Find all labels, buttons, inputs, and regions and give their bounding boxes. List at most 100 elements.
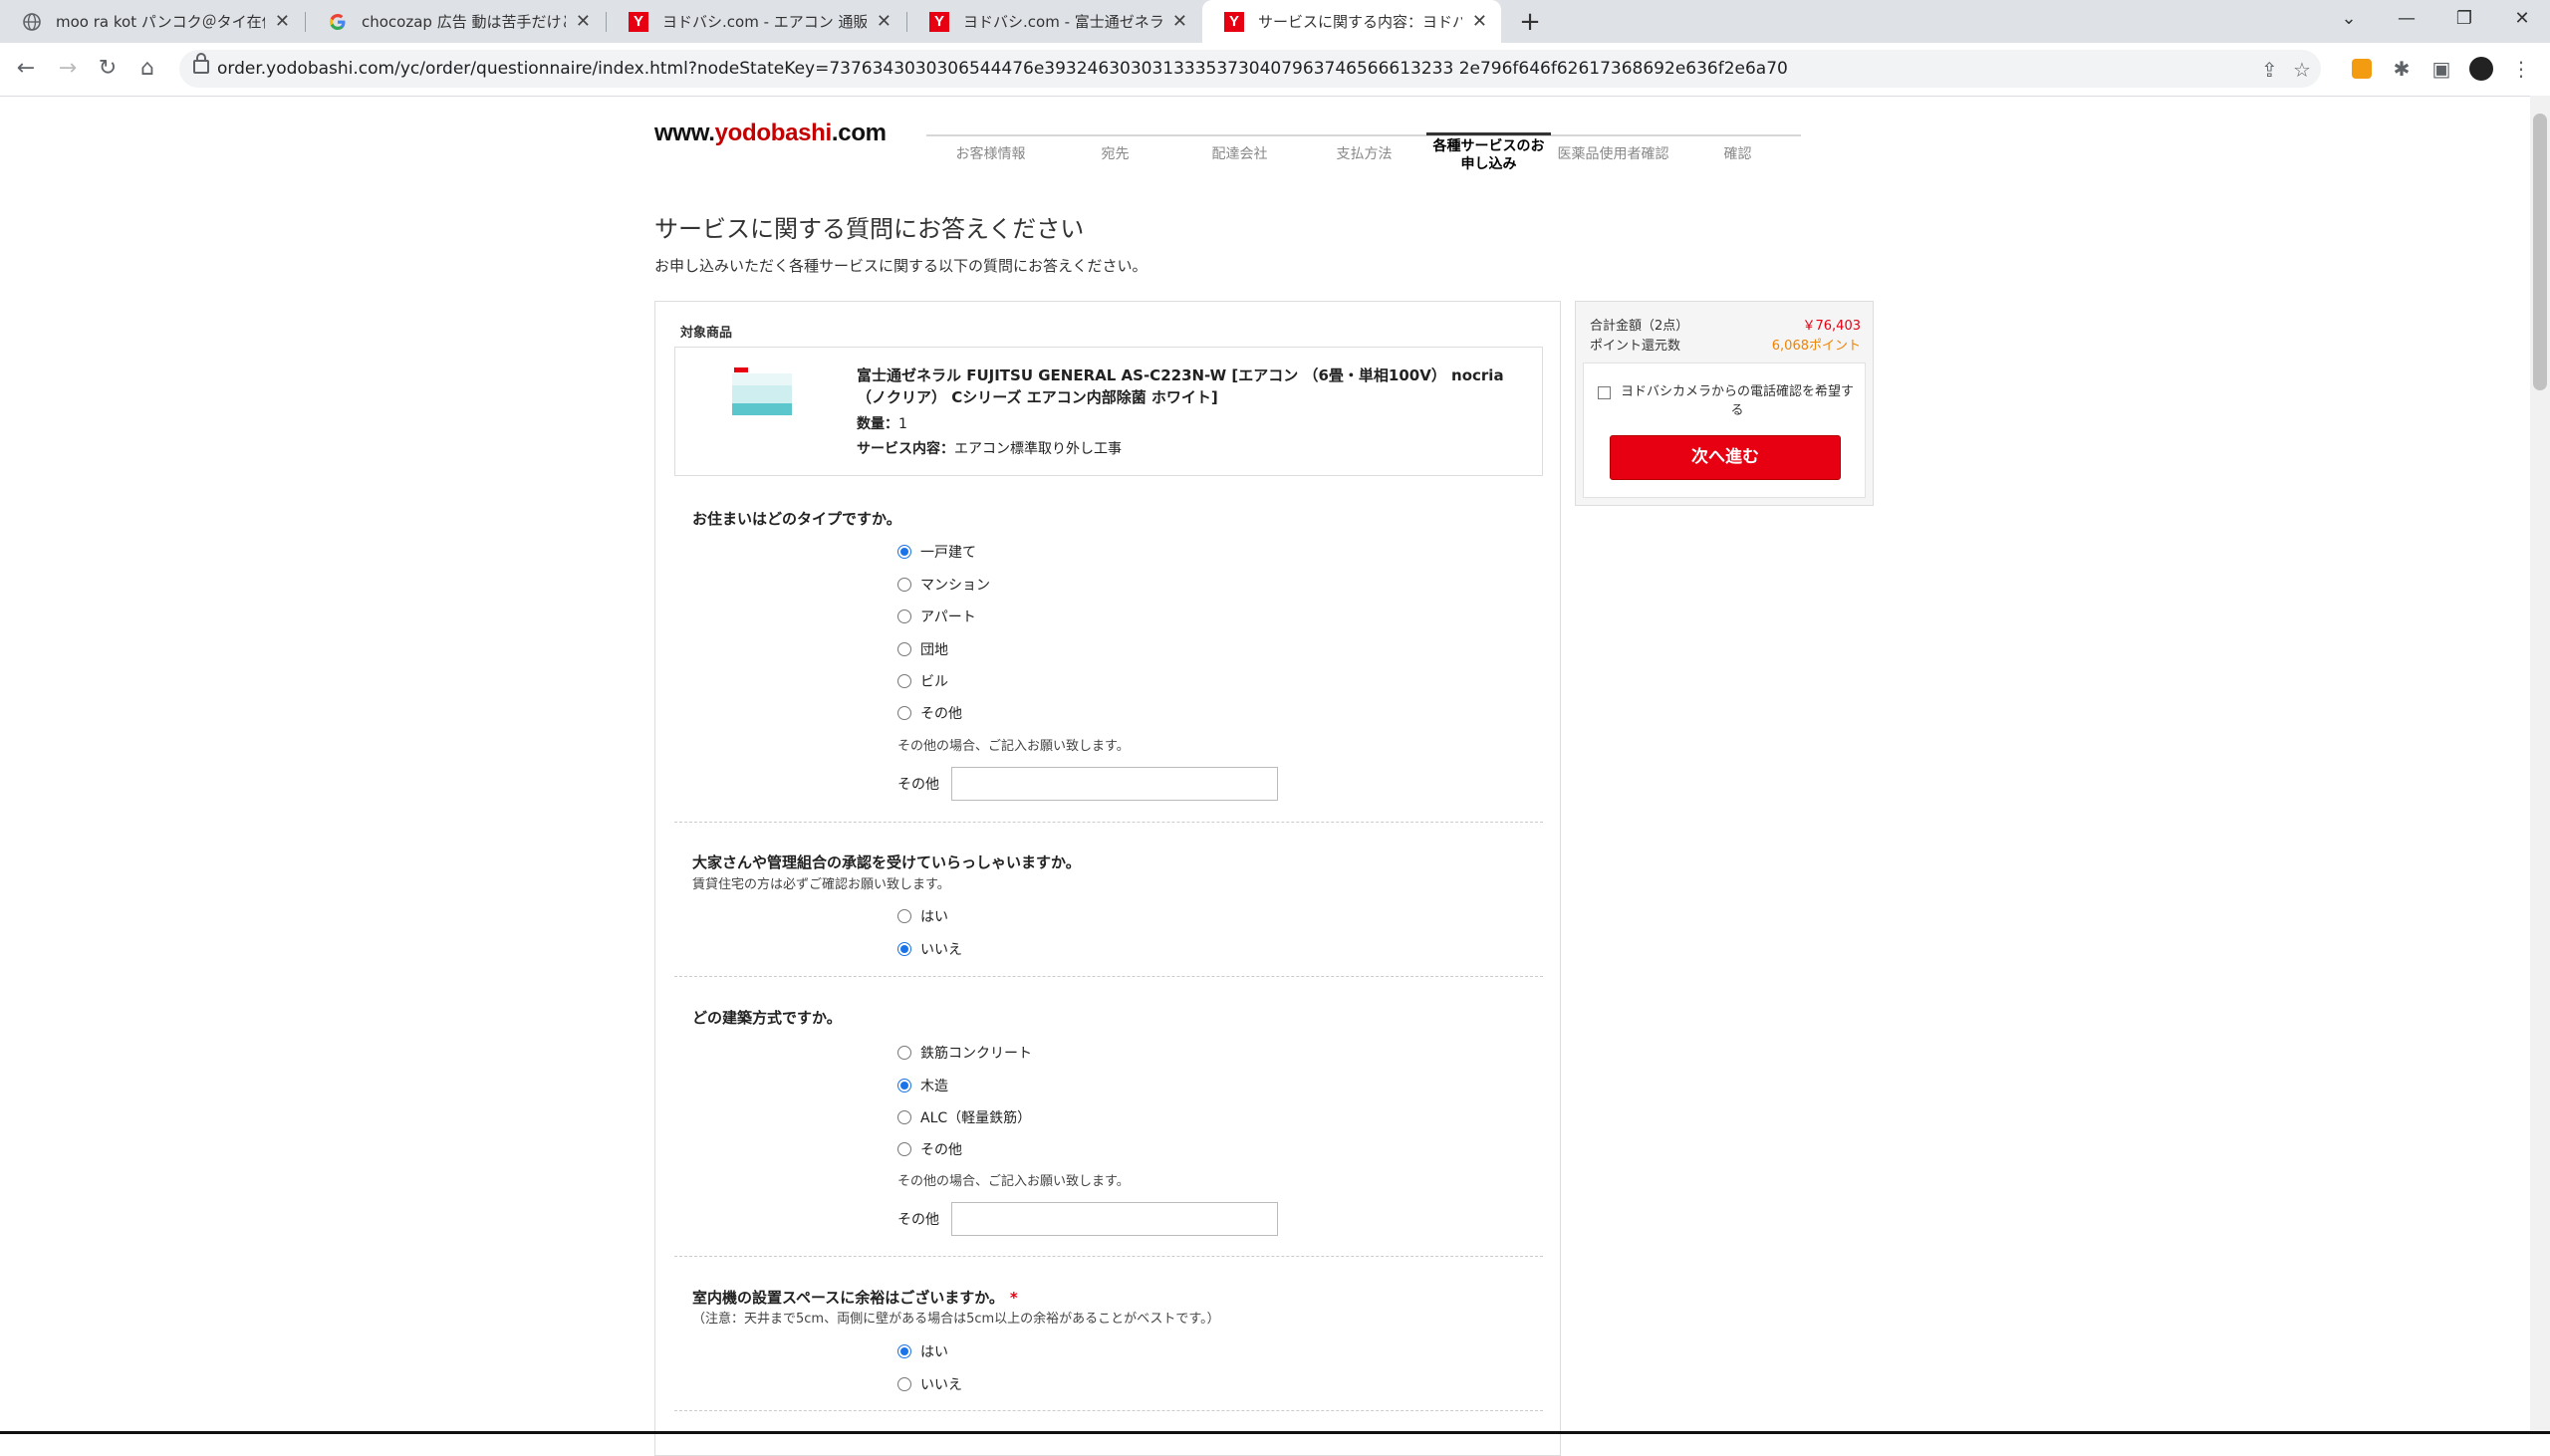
radio-control[interactable] [897, 545, 911, 559]
other-label: その他 [897, 1212, 939, 1228]
section-divider [674, 1410, 1543, 1411]
close-window-icon[interactable]: ✕ [2508, 8, 2536, 29]
product-name[interactable]: 富士通ゼネラル FUJITSU GENERAL AS-C223N-W [エアコン… [857, 364, 1529, 408]
close-icon[interactable]: ✕ [1472, 11, 1487, 32]
product-service: サービス内容：エアコン標準取り外し工事 [857, 441, 1122, 457]
radio-control[interactable] [897, 1344, 911, 1358]
radio-detached-house[interactable]: 一戸建て [897, 542, 976, 562]
radio-mansion[interactable]: マンション [897, 575, 990, 595]
radio-space-no[interactable]: いいえ [897, 1374, 962, 1394]
rss-extension-icon[interactable] [2349, 56, 2375, 82]
share-icon[interactable]: ⇪ [2261, 58, 2278, 82]
profile-avatar[interactable] [2468, 56, 2494, 82]
progress-steps-line [926, 134, 1801, 136]
product-thumbnail[interactable] [730, 364, 794, 427]
radio-reinforced-concrete[interactable]: 鉄筋コンクリート [897, 1043, 1032, 1063]
radio-apartment[interactable]: アパート [897, 607, 976, 626]
yodobashi-icon: Y [1224, 11, 1244, 32]
step-services-current: 各種サービスのお申し込み [1426, 132, 1551, 173]
radio-danchi[interactable]: 団地 [897, 639, 948, 659]
tab-title: サービスに関する内容：ヨドバシ.ドッ [1258, 13, 1462, 31]
url-text[interactable]: order.yodobashi.com/yc/order/questionnai… [217, 59, 1788, 79]
other-hint: その他の場合、ご記入お願い致します。 [897, 739, 1130, 754]
radio-control[interactable] [897, 609, 911, 623]
tab-title: ヨドバシ.com - エアコン 通販【全品 [662, 13, 867, 31]
question-landlord-approval: 大家さんや管理組合の承認を受けていらっしゃいますか。 [692, 853, 1081, 871]
radio-control[interactable] [897, 1142, 911, 1156]
section-divider [674, 976, 1543, 977]
home-icon[interactable]: ⌂ [131, 53, 163, 85]
forward-icon[interactable]: → [52, 53, 84, 85]
more-menu-icon[interactable]: ⋮ [2508, 56, 2534, 82]
puzzle-extension-icon[interactable]: ✱ [2389, 56, 2415, 82]
radio-control[interactable] [897, 1079, 911, 1092]
section-divider [674, 822, 1543, 823]
close-icon[interactable]: ✕ [275, 11, 290, 32]
radio-space-yes[interactable]: はい [897, 1341, 948, 1361]
yodobashi-icon: Y [929, 11, 949, 32]
yodobashi-logo[interactable]: www.yodobashi.com [654, 120, 887, 147]
next-button[interactable]: 次へ進む [1610, 435, 1841, 480]
back-icon[interactable]: ← [10, 53, 42, 85]
radio-control[interactable] [897, 706, 911, 720]
minimize-icon[interactable]: — [2393, 8, 2421, 29]
radio-construction-other[interactable]: その他 [897, 1139, 962, 1159]
reload-icon[interactable]: ↻ [92, 53, 124, 85]
phone-confirm-label[interactable]: ヨドバシカメラからの電話確認を希望する [1618, 382, 1857, 420]
tab-search-icon[interactable]: ⌄ [2335, 8, 2363, 29]
page-lead: お申し込みいただく各種サービスに関する以下の質問にお答えください。 [654, 257, 1148, 275]
restore-icon[interactable]: ❐ [2450, 8, 2478, 29]
radio-control[interactable] [897, 1377, 911, 1391]
tab-2[interactable]: chocozap 広告 動は苦手だけどス ✕ [306, 0, 605, 43]
question-note: （注意：天井まで5cm、両側に壁がある場合は5cm以上の余裕があることがベストで… [692, 1312, 1220, 1327]
radio-wooden[interactable]: 木造 [897, 1076, 948, 1095]
lock-icon [193, 53, 209, 74]
phone-confirm-checkbox[interactable] [1598, 386, 1611, 399]
radio-control[interactable] [897, 1046, 911, 1060]
new-tab-button[interactable]: + [1514, 6, 1546, 38]
browser-tab-bar: moo ra kot パンコク＠タイ在住／美 ✕ chocozap 広告 動は苦… [0, 0, 2550, 43]
construction-other-input[interactable] [951, 1202, 1278, 1236]
google-icon [328, 12, 348, 32]
tab-title: chocozap 広告 動は苦手だけどス [362, 13, 566, 31]
residence-other-input[interactable] [951, 767, 1278, 801]
radio-alc[interactable]: ALC（軽量鉄筋） [897, 1107, 1031, 1127]
tab-1[interactable]: moo ra kot パンコク＠タイ在住／美 ✕ [0, 0, 304, 43]
side-panel-icon[interactable]: ▣ [2428, 56, 2454, 82]
radio-approval-yes[interactable]: はい [897, 906, 948, 926]
radio-approval-no[interactable]: いいえ [897, 939, 962, 959]
radio-control[interactable] [897, 578, 911, 592]
globe-icon [22, 12, 42, 32]
tab-4[interactable]: Y ヨドバシ.com - 富士通ゼネラル FUJ ✕ [907, 0, 1201, 43]
target-product-label: 対象商品 [680, 326, 733, 341]
close-icon[interactable]: ✕ [877, 11, 892, 32]
radio-control[interactable] [897, 942, 911, 956]
total-value: ￥76,403 [1802, 319, 1862, 334]
step-payment: 支払方法 [1336, 146, 1393, 162]
close-icon[interactable]: ✕ [1172, 11, 1187, 32]
tab-title: moo ra kot パンコク＠タイ在住／美 [56, 13, 265, 31]
address-bar[interactable]: order.yodobashi.com/yc/order/questionnai… [179, 50, 2321, 88]
question-note: 賃貸住宅の方は必ずご確認お願い致します。 [692, 877, 950, 892]
tab-3[interactable]: Y ヨドバシ.com - エアコン 通販【全品 ✕ [607, 0, 905, 43]
radio-control[interactable] [897, 642, 911, 656]
question-installation-space: 室内機の設置スペースに余裕はございますか。 * [692, 1289, 1018, 1307]
radio-control[interactable] [897, 909, 911, 923]
browser-toolbar: ← → ↻ ⌂ order.yodobashi.com/yc/order/que… [0, 43, 2550, 97]
tab-title: ヨドバシ.com - 富士通ゼネラル FUJ [963, 13, 1162, 31]
tab-5-active[interactable]: Y サービスに関する内容：ヨドバシ.ドッ ✕ [1202, 0, 1501, 43]
step-customer-info: お客様情報 [955, 146, 1026, 162]
radio-control[interactable] [897, 1110, 911, 1124]
scrollbar-thumb[interactable] [2533, 114, 2547, 390]
other-label: その他 [897, 777, 939, 793]
radio-building[interactable]: ビル [897, 671, 948, 691]
close-icon[interactable]: ✕ [576, 11, 591, 32]
other-hint: その他の場合、ご記入お願い致します。 [897, 1174, 1130, 1189]
question-construction-type: どの建築方式ですか。 [692, 1009, 842, 1027]
radio-other[interactable]: その他 [897, 703, 962, 723]
points-label: ポイント還元数 [1590, 339, 1681, 354]
radio-control[interactable] [897, 674, 911, 688]
page-title: サービスに関する質問にお答えください [654, 215, 1085, 243]
star-icon[interactable]: ☆ [2293, 58, 2311, 82]
question-residence-type: お住まいはどのタイプですか。 [692, 510, 901, 528]
